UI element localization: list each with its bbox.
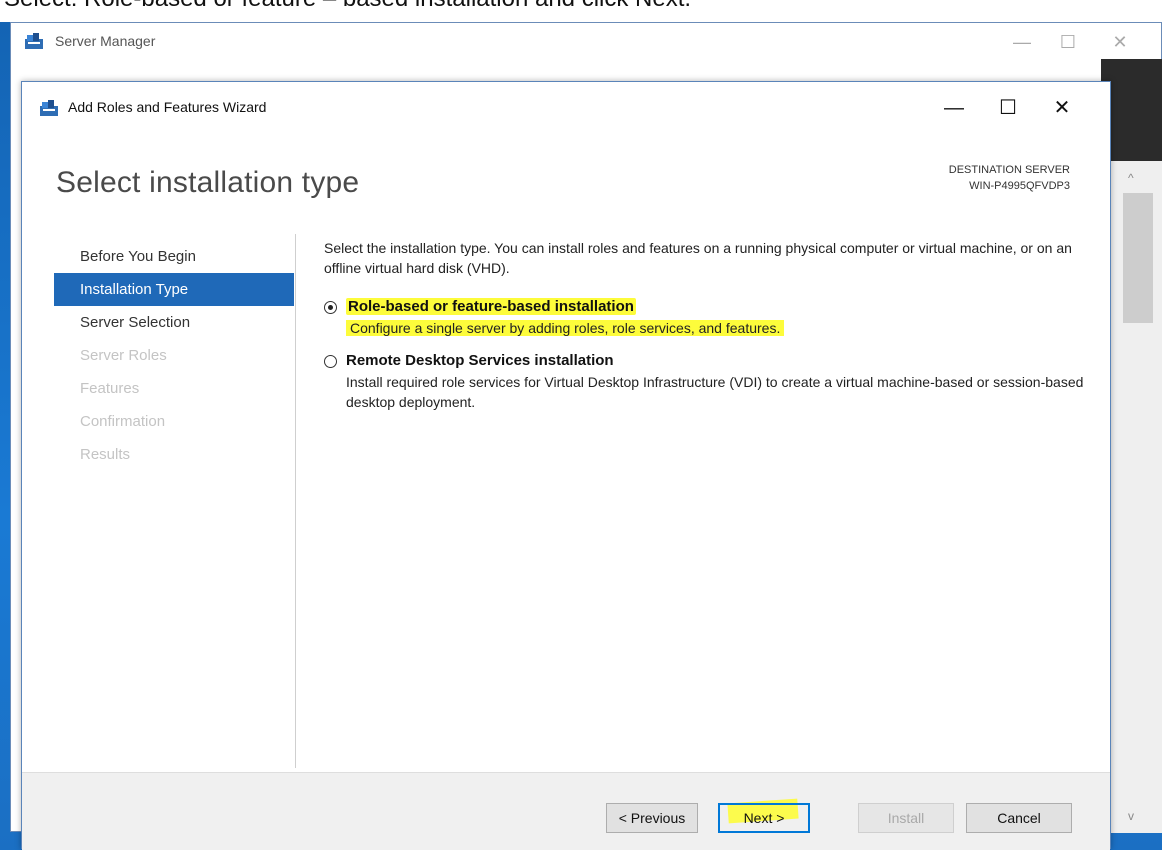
scroll-up-icon[interactable]: ^ [1128,171,1134,185]
server-manager-icon [25,33,43,49]
nav-features: Features [80,380,140,397]
add-roles-wizard: Add Roles and Features Wizard — ☐ ✕ Sele… [21,81,1111,850]
wizard-close-button[interactable]: ✕ [1042,94,1082,122]
sm-close-button[interactable]: ✕ [1097,29,1143,55]
install-button: Install [858,803,954,833]
nav-server-roles: Server Roles [80,347,167,364]
role-based-radio[interactable] [324,301,337,314]
destination-server-name: WIN-P4995QFVDP3 [969,180,1070,192]
server-manager-window: Server Manager — ☐ ✕ ^ v Add Roles and F… [10,22,1162,850]
installation-description: Select the installation type. You can in… [324,240,1072,276]
nav-confirmation: Confirmation [80,413,166,430]
wizard-footer: < Previous Next > Install Cancel [22,772,1110,850]
nav-divider [295,234,296,768]
server-manager-title: Server Manager [55,33,156,49]
remote-desktop-title[interactable]: Remote Desktop Services installation [346,352,614,369]
wizard-titlebar: Add Roles and Features Wizard — ☐ ✕ [22,82,1110,134]
instruction-caption: Select: Role-based or feature – based in… [0,0,1162,22]
sm-minimize-button[interactable]: — [999,29,1045,55]
role-based-desc: Configure a single server by adding role… [346,320,785,336]
destination-server-label: DESTINATION SERVER [948,164,1070,176]
wizard-icon [40,100,58,116]
nav-installation-type[interactable]: Installation Type [54,273,294,306]
previous-button[interactable]: < Previous [606,803,698,833]
wizard-maximize-button[interactable]: ☐ [988,94,1028,122]
sm-maximize-button[interactable]: ☐ [1045,29,1091,55]
option-role-based[interactable]: Role-based or feature-based installation… [324,298,1084,338]
wizard-nav: Before You Begin Installation Type Serve… [54,240,294,471]
next-button[interactable]: Next > [718,803,810,833]
remote-desktop-desc: Install required role services for Virtu… [346,374,1084,410]
option-remote-desktop[interactable]: Remote Desktop Services installation Ins… [324,352,1084,412]
scroll-down-icon[interactable]: v [1128,809,1134,823]
role-based-title[interactable]: Role-based or feature-based installation [346,298,636,315]
wizard-title: Add Roles and Features Wizard [68,99,267,115]
page-title: Select installation type [56,166,360,199]
nav-results: Results [80,446,131,463]
cancel-button[interactable]: Cancel [966,803,1072,833]
sm-scrollbar-thumb[interactable] [1123,193,1153,323]
wizard-content: Select the installation type. You can in… [324,238,1084,412]
remote-desktop-radio[interactable] [324,355,337,368]
nav-server-selection[interactable]: Server Selection [54,306,294,339]
server-manager-titlebar: Server Manager — ☐ ✕ [11,23,1161,59]
nav-before-you-begin[interactable]: Before You Begin [54,240,294,273]
wizard-minimize-button[interactable]: — [934,94,974,122]
